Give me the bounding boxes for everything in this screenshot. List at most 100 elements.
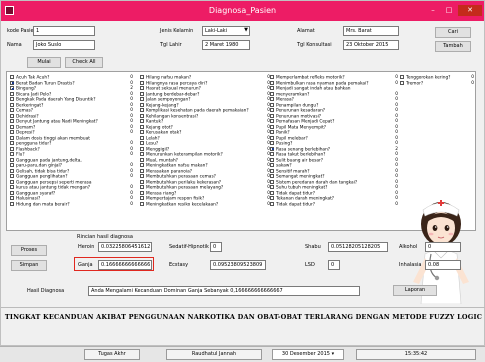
symptom-checkbox[interactable] xyxy=(270,130,274,134)
status-date-picker[interactable]: 30 Desember 2015 ▾ xyxy=(272,349,344,360)
symptom-checkbox[interactable] xyxy=(10,75,14,79)
check-all-button[interactable]: Check All xyxy=(65,57,103,68)
symptom-checkbox[interactable] xyxy=(270,146,274,151)
symptom-checkbox[interactable] xyxy=(140,152,144,156)
symptom-checkbox[interactable] xyxy=(140,102,144,107)
symptom-checkbox[interactable] xyxy=(140,86,144,90)
symptom-checkbox[interactable] xyxy=(140,201,144,206)
symptom-item[interactable]: Meningkatkan resiko kecelakaan? 0 xyxy=(140,201,270,207)
symptom-checkbox[interactable] xyxy=(270,174,274,178)
symptom-checkbox[interactable] xyxy=(270,97,274,101)
symptom-checkbox[interactable] xyxy=(10,86,14,90)
symptom-checkbox[interactable] xyxy=(10,135,14,140)
symptom-checkbox[interactable] xyxy=(10,157,14,162)
symptom-checkbox[interactable] xyxy=(10,80,14,85)
symptom-checkbox[interactable] xyxy=(140,135,144,140)
symptom-checkbox[interactable] xyxy=(140,80,144,85)
symptom-checkbox[interactable] xyxy=(400,75,404,79)
symptom-checkbox[interactable] xyxy=(10,113,14,118)
symptom-checkbox[interactable] xyxy=(10,152,14,156)
symptom-checkbox[interactable] xyxy=(10,168,14,173)
symptom-checkbox[interactable] xyxy=(270,135,274,140)
symptom-checkbox[interactable] xyxy=(140,174,144,178)
rincian-hasil-header: Rincian hasil diagnosa xyxy=(77,234,133,240)
symptom-checkbox[interactable] xyxy=(400,80,404,85)
app-banner: TINGKAT KECANDUAN AKIBAT PENGGUNAAN NARK… xyxy=(4,313,483,321)
symptom-checkbox[interactable] xyxy=(10,196,14,200)
symptom-checkbox[interactable] xyxy=(140,179,144,184)
symptom-checkbox[interactable] xyxy=(140,97,144,101)
symptom-item[interactable]: Tremor? 0 xyxy=(400,80,474,86)
symptom-checkbox[interactable] xyxy=(270,124,274,129)
kode-pasien-input[interactable]: 1 xyxy=(33,26,95,36)
alamat-input[interactable]: Mrs. Barat xyxy=(343,26,399,36)
symptom-checkbox[interactable] xyxy=(270,75,274,79)
jenis-kelamin-select[interactable]: Laki-Laki ▼ xyxy=(202,26,250,36)
symptom-checkbox[interactable] xyxy=(140,157,144,162)
symptom-checkbox[interactable] xyxy=(270,80,274,85)
symptom-checkbox[interactable] xyxy=(270,119,274,123)
symptom-checkbox[interactable] xyxy=(140,196,144,200)
symptom-checkbox[interactable] xyxy=(140,108,144,112)
symptom-checkbox[interactable] xyxy=(270,141,274,145)
symptom-checkbox[interactable] xyxy=(140,91,144,96)
tgl-lahir-input[interactable]: 2 Maret 1980 xyxy=(202,40,250,50)
symptom-checkbox[interactable] xyxy=(270,108,274,112)
symptom-item[interactable]: Hidung dan mata berair? 0 xyxy=(10,201,133,207)
symptom-checkbox[interactable] xyxy=(10,185,14,189)
symptom-checkbox[interactable] xyxy=(270,201,274,206)
symptom-checkbox[interactable] xyxy=(140,146,144,151)
symptom-checkbox[interactable] xyxy=(270,168,274,173)
symptom-checkbox[interactable] xyxy=(10,124,14,129)
maximize-button[interactable]: □ xyxy=(442,5,456,16)
mulai-button[interactable]: Mulai xyxy=(27,57,61,68)
symptom-checkbox[interactable] xyxy=(140,168,144,173)
symptom-checkbox[interactable] xyxy=(270,113,274,118)
symptom-checkbox[interactable] xyxy=(140,75,144,79)
symptom-label: Tidak dapat tidur? xyxy=(276,202,316,207)
symptom-checkbox[interactable] xyxy=(10,146,14,151)
laporan-button[interactable]: Laporan xyxy=(393,285,437,296)
symptom-checkbox[interactable] xyxy=(10,119,14,123)
cari-button[interactable]: Cari xyxy=(435,27,471,38)
symptom-checkbox[interactable] xyxy=(140,119,144,123)
symptom-checkbox[interactable] xyxy=(10,201,14,206)
symptom-checkbox[interactable] xyxy=(270,196,274,200)
symptom-checkbox[interactable] xyxy=(270,190,274,195)
symptom-checkbox[interactable] xyxy=(270,91,274,96)
symptom-item[interactable]: Tidak dapat tidur? 0 xyxy=(270,201,398,207)
symptom-checkbox[interactable] xyxy=(10,163,14,167)
minimize-button[interactable]: – xyxy=(426,5,440,16)
title-bar: Diagnosa_Pasien – □ ✕ xyxy=(1,1,484,21)
symptom-checkbox[interactable] xyxy=(10,102,14,107)
symptom-checkbox[interactable] xyxy=(140,130,144,134)
tambah-button[interactable]: Tambah xyxy=(435,41,471,52)
symptom-checkbox[interactable] xyxy=(270,102,274,107)
symptom-checkbox[interactable] xyxy=(270,157,274,162)
symptom-checkbox[interactable] xyxy=(10,108,14,112)
close-button[interactable]: ✕ xyxy=(458,5,482,16)
symptom-checkbox[interactable] xyxy=(10,141,14,145)
symptom-checkbox[interactable] xyxy=(270,86,274,90)
symptom-checkbox[interactable] xyxy=(140,163,144,167)
symptom-checkbox[interactable] xyxy=(10,174,14,178)
calendar-dropdown-icon: ▾ xyxy=(331,351,335,357)
nama-input[interactable]: Joko Suslo xyxy=(33,40,95,50)
tgl-konsultasi-input[interactable]: 23 Oktober 2015 xyxy=(343,40,399,50)
symptom-checkbox[interactable] xyxy=(140,185,144,189)
symptom-checkbox[interactable] xyxy=(140,190,144,195)
symptom-checkbox[interactable] xyxy=(10,190,14,195)
symptom-checkbox[interactable] xyxy=(140,141,144,145)
symptom-checkbox[interactable] xyxy=(270,179,274,184)
symptom-checkbox[interactable] xyxy=(10,97,14,101)
symptom-checkbox[interactable] xyxy=(10,130,14,134)
symptom-checkbox[interactable] xyxy=(10,91,14,96)
symptom-checkbox[interactable] xyxy=(140,113,144,118)
proses-button[interactable]: Proses xyxy=(11,245,47,256)
symptom-checkbox[interactable] xyxy=(270,163,274,167)
symptom-checkbox[interactable] xyxy=(270,185,274,189)
symptom-checkbox[interactable] xyxy=(270,152,274,156)
symptom-checkbox[interactable] xyxy=(10,179,14,184)
simpan-button[interactable]: Simpan xyxy=(11,260,47,271)
symptom-checkbox[interactable] xyxy=(140,124,144,129)
